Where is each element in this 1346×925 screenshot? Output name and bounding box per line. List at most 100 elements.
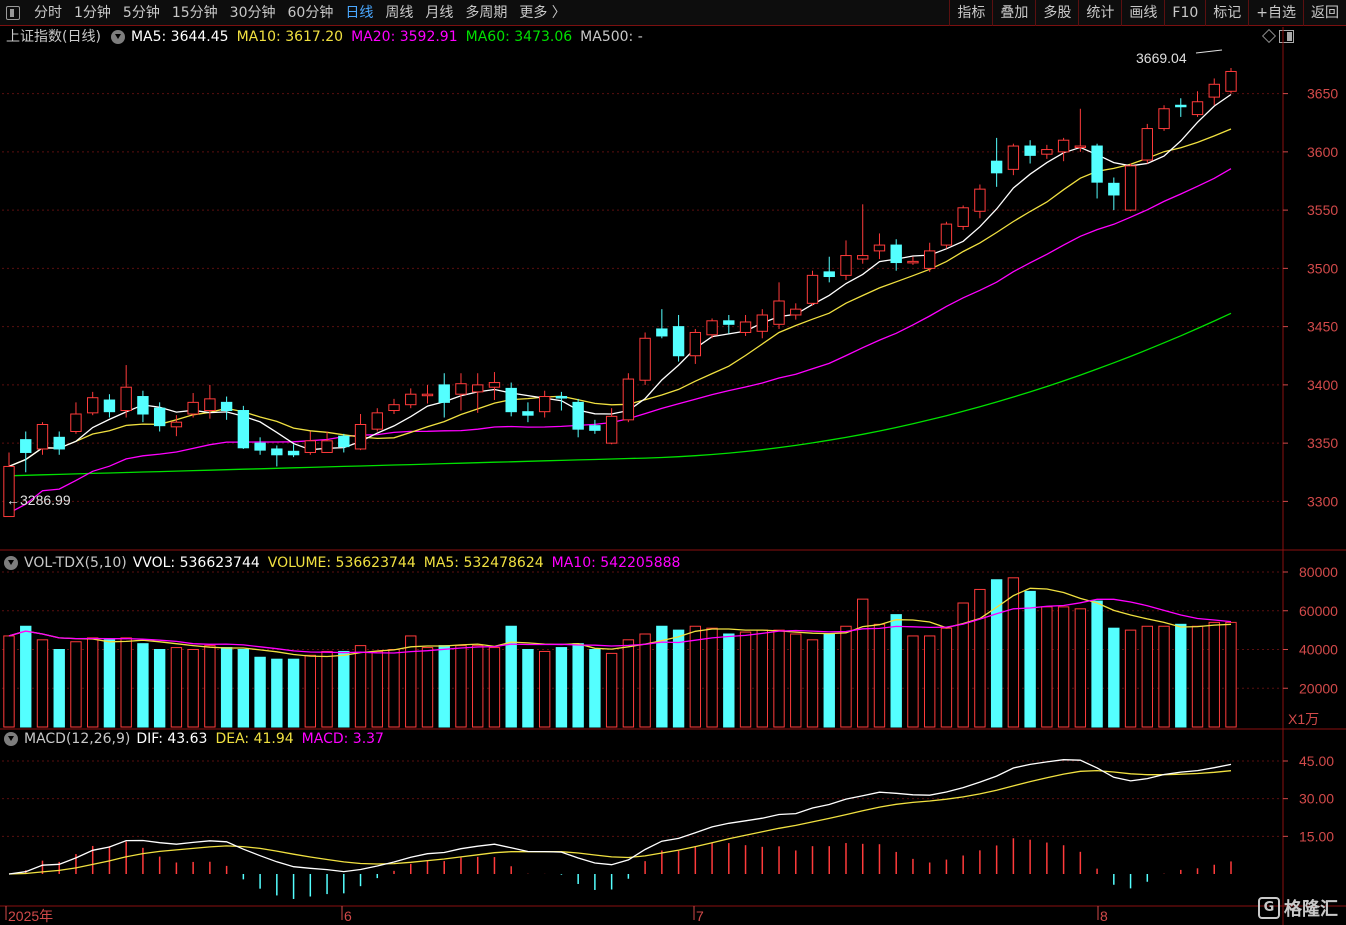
price-tick-label-4: 3500 [1307, 260, 1338, 276]
candle-body-64 [1074, 145, 1087, 149]
ma60-line [8, 312, 1232, 477]
watermark-text: 格隆汇 [1284, 899, 1338, 920]
candle-body-63 [1057, 139, 1070, 153]
volume-bar-71 [1191, 625, 1204, 728]
candle-body-70 [1175, 104, 1187, 108]
price-tick-label-5: 3550 [1307, 202, 1338, 218]
volume-bar-43 [723, 633, 735, 728]
volume-bar-42 [706, 627, 718, 728]
volume-bar-46 [773, 629, 785, 728]
volume-bar-55 [923, 635, 936, 728]
price-tick-label-7: 3650 [1307, 86, 1338, 102]
volume-bar-10 [170, 647, 183, 728]
candle-body-11 [187, 401, 199, 415]
macd-dea-line [8, 769, 1232, 875]
candle-body-2 [36, 423, 49, 450]
candle-body-61 [1024, 145, 1036, 156]
volume-bar-66 [1108, 627, 1120, 728]
candle-body-17 [287, 450, 300, 456]
volume-bar-0 [3, 635, 15, 728]
x-label-1: 6 [344, 908, 352, 924]
high-price-label: 3669.04 [1136, 50, 1187, 66]
volume-bar-4 [70, 641, 82, 728]
price-tick-label-1: 3350 [1307, 435, 1338, 451]
candle-body-13 [220, 401, 233, 412]
vol-tick-label-2: 40000 [1299, 642, 1338, 658]
ma20-line [8, 168, 1232, 514]
volume-bar-69 [1158, 625, 1170, 728]
candle-body-42 [706, 320, 718, 336]
watermark: G 格隆汇 [1258, 895, 1338, 921]
candle-body-21 [354, 423, 367, 450]
macd-tick-label-0: 45.00 [1299, 753, 1334, 769]
volume-bar-68 [1141, 625, 1153, 728]
volume-bar-62 [1041, 606, 1053, 728]
vol-tick-label-3: 20000 [1299, 680, 1338, 696]
volume-bar-5 [87, 637, 99, 728]
candle-body-35 [589, 425, 601, 431]
volume-bar-20 [338, 650, 350, 728]
volume-bar-38 [639, 633, 651, 728]
macd-tick-label-2: 15.00 [1299, 828, 1334, 844]
volume-bar-34 [572, 643, 584, 728]
volume-bar-57 [957, 602, 969, 728]
volume-bar-49 [823, 633, 835, 728]
volume-bar-1 [20, 625, 32, 728]
candle-body-36 [605, 415, 618, 444]
candle-body-24 [405, 393, 417, 406]
candle-body-25 [421, 393, 434, 397]
candle-body-16 [271, 448, 283, 456]
candle-body-73 [1225, 70, 1237, 92]
candle-body-18 [304, 440, 317, 453]
x-label-2: 7 [696, 908, 704, 924]
candle-body-58 [974, 188, 986, 212]
volume-unit-label: X1万 [1288, 711, 1319, 727]
kline-chart[interactable]: 3300 3350 3400 3450 3500 3550 3600 3650 3669.04 ←… [0, 0, 1346, 925]
candle-body-38 [639, 337, 651, 381]
candle-body-6 [103, 399, 116, 413]
volume-bar-32 [538, 650, 551, 728]
volume-bar-56 [940, 627, 953, 728]
candle-body-7 [120, 386, 132, 412]
volume-bar-27 [455, 645, 467, 728]
candle-body-26 [438, 384, 450, 403]
candle-body-53 [890, 244, 902, 264]
candle-body-49 [823, 271, 835, 278]
volume-bar-12 [204, 645, 216, 728]
volume-bar-14 [237, 649, 250, 728]
volume-bar-36 [605, 652, 618, 728]
volume-bar-48 [806, 639, 819, 728]
candle-body-57 [957, 207, 969, 227]
candle-body-4 [70, 413, 82, 432]
candle-body-66 [1108, 182, 1120, 196]
volume-bar-53 [890, 614, 902, 728]
candle-body-39 [656, 328, 668, 337]
volume-bar-3 [53, 649, 65, 728]
candle-body-1 [20, 439, 32, 453]
candle-body-45 [756, 314, 768, 332]
candle-body-68 [1141, 128, 1153, 161]
candle-body-20 [338, 435, 350, 448]
candle-body-5 [87, 397, 99, 414]
volume-bar-33 [555, 647, 568, 728]
candle-body-30 [505, 387, 517, 413]
vol-tick-label-1: 60000 [1299, 603, 1338, 619]
volume-bar-22 [371, 650, 383, 728]
volume-bar-28 [472, 645, 484, 728]
volume-bar-30 [505, 625, 517, 728]
candle-body-33 [555, 396, 568, 399]
volume-bar-21 [354, 645, 367, 728]
volume-bar-61 [1024, 590, 1036, 728]
candle-body-27 [455, 383, 467, 395]
volume-bar-19 [321, 650, 333, 728]
candle-body-34 [572, 401, 584, 430]
volume-bar-54 [907, 635, 919, 728]
volume-bar-9 [153, 649, 166, 728]
candle-body-52 [873, 244, 886, 252]
volume-bar-17 [287, 658, 300, 728]
volume-bar-73 [1225, 621, 1237, 728]
candle-body-29 [488, 382, 501, 388]
volume-bar-72 [1208, 621, 1220, 728]
volume-bar-26 [438, 645, 450, 728]
volume-bar-35 [589, 649, 601, 728]
